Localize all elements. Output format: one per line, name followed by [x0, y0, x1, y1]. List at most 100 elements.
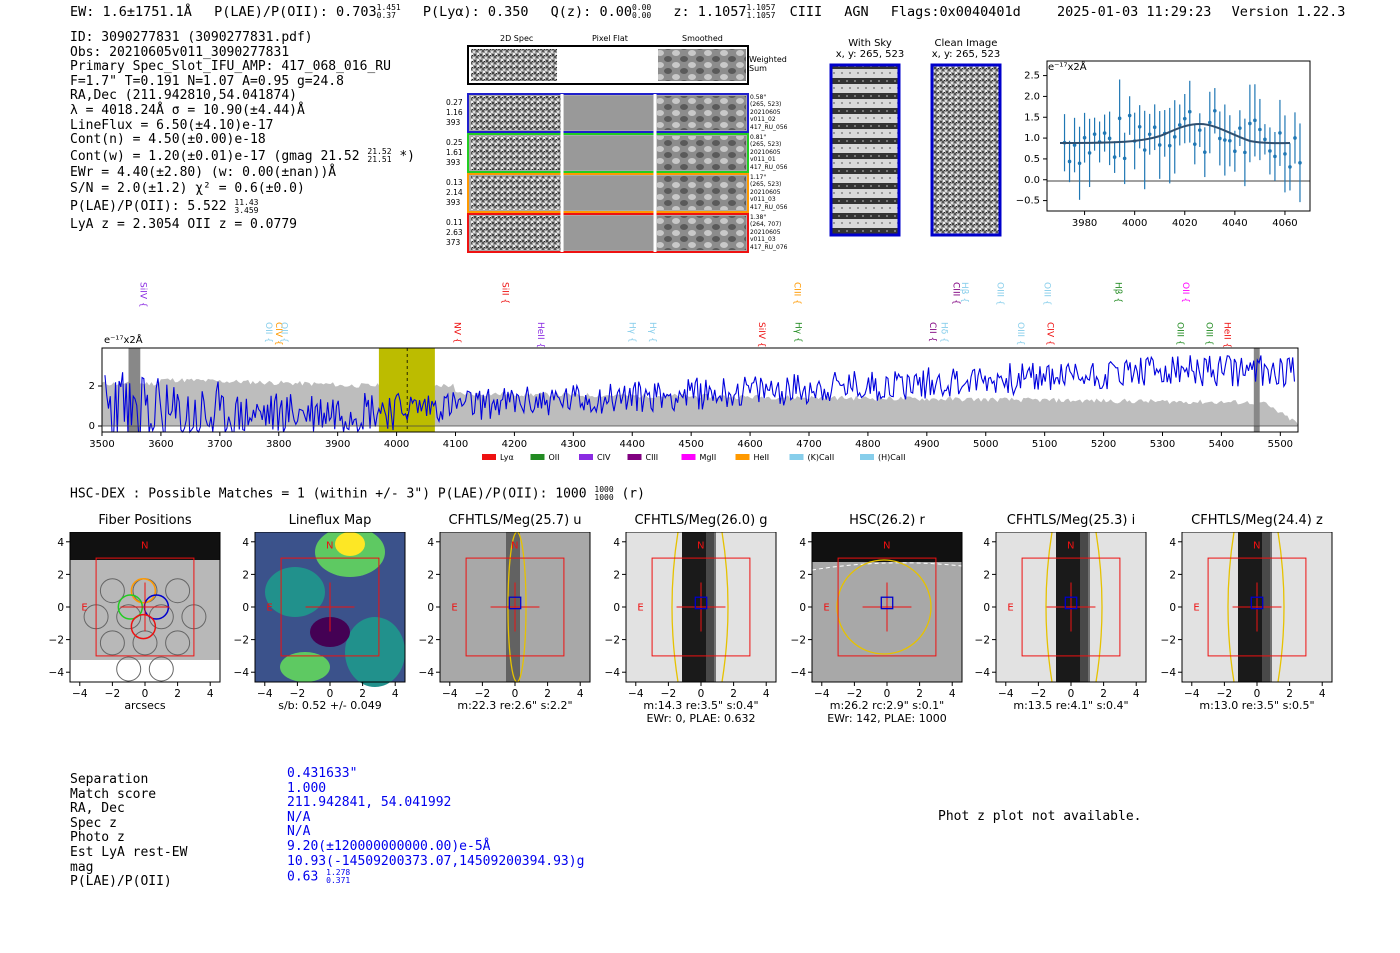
line-label: Hβ { — [1112, 282, 1122, 303]
legend-label: MgII — [700, 453, 717, 462]
row2-right: 0.81" (265, 523) 20210605 v011_01 417_RU_056 — [750, 134, 788, 171]
cutout-row-4 — [467, 213, 749, 253]
spec-xtick-label: 4900 — [914, 439, 939, 450]
fit-point — [1177, 123, 1182, 127]
line-label: Hγ { — [626, 322, 636, 343]
fit-ytick-label: 1.0 — [1024, 133, 1040, 144]
fit-point — [1228, 138, 1232, 143]
row1-right: 0.58" (265, 523) 20210605 v011_02 417_RU_056 — [750, 94, 788, 131]
panel-ytick-label: −4 — [1161, 667, 1177, 679]
match-label-ew: Est LyA rest-EW — [70, 844, 188, 860]
cutout-graphics — [467, 45, 749, 253]
match-labels: Separation Match score RA, Dec Spec z Ph… — [70, 772, 188, 890]
match-label-specz: Spec z — [70, 815, 117, 831]
header-plae: P(LAE)/P(OII): 0.703 — [214, 4, 377, 20]
panel-title: CFHTLS/Meg(25.7) u — [448, 513, 582, 528]
match-value-plae: 0.63 1.278 0.371 — [287, 868, 351, 886]
fit-point — [1197, 128, 1202, 132]
line-label: OIII { — [1204, 322, 1214, 346]
match-value-mag: 10.93(-14509200373.07,14509200394.93)g — [287, 853, 585, 869]
east-label: E — [1007, 602, 1013, 613]
info-lambda: λ = 4018.24Å σ = 10.90(±4.44)Å — [70, 102, 305, 118]
fit-point — [1157, 143, 1162, 147]
cutout-row-3 — [467, 173, 749, 213]
line-label: Hδ { — [939, 322, 949, 343]
panel-image: NE−4 −2 0 2 4420−2−4 — [49, 532, 221, 700]
fit-point — [1298, 160, 1302, 165]
info-ewr: EWr = 4.40(±2.80) (w: 0.00(±nan))Å — [70, 164, 337, 180]
fit-ytick-label: 2.5 — [1024, 71, 1040, 82]
line-label: SiIV { — [137, 282, 147, 308]
info-sn: S/N = 2.0(±1.2) χ² = 0.6(±0.0) — [70, 181, 305, 197]
spec-xtick-label: 4700 — [796, 439, 821, 450]
legend-label: (K)CaII — [808, 453, 835, 462]
fit-point — [1107, 136, 1112, 141]
with-sky-title: With Sky x, y: 265, 523 — [835, 38, 905, 60]
panel-ytick-label: −2 — [605, 635, 620, 647]
fit-point — [1213, 108, 1217, 113]
panel-ytick-label: −2 — [49, 635, 64, 647]
legend-label: (H)CaII — [878, 453, 905, 462]
panel-ytick-label: 2 — [1169, 569, 1176, 581]
full-spectrum-chart: 3500 3600 3700 3800 3900 4000 4100 4200 4300 4400… — [89, 282, 1299, 462]
panel-image: NE−4 −2 0 2 4420−2−4 — [975, 532, 1147, 700]
fit-point — [1263, 137, 1267, 142]
spec-xtick-label: 4500 — [678, 439, 703, 450]
panel-ytick-label: 0 — [983, 602, 990, 614]
sky-images — [829, 63, 1002, 237]
panel-caption: m:13.5 re:4.1" s:0.4" — [1013, 699, 1129, 712]
fit-point — [1102, 131, 1107, 135]
panel-title: CFHTLS/Meg(26.0) g — [634, 513, 768, 528]
fit-point — [1243, 150, 1247, 155]
legend-swatch — [482, 454, 496, 460]
panel-ytick-label: 0 — [57, 602, 64, 614]
fit-point — [1117, 116, 1122, 121]
east-label: E — [451, 602, 457, 613]
panel-ytick-label: 0 — [242, 602, 249, 614]
panel-caption-2: EWr: 0, PLAE: 0.632 — [646, 712, 756, 725]
spec-xtick-label: 4000 — [384, 439, 409, 450]
fit-ytick-label: −0.5 — [1016, 196, 1040, 207]
fit-point — [1203, 150, 1207, 154]
fit-point — [1223, 138, 1227, 142]
line-label: OIII { — [1015, 322, 1025, 346]
panel-ytick-label: −4 — [791, 667, 807, 679]
header-plya: P(Lyα): 0.350 — [422, 4, 529, 20]
match-value-ew: 9.20(±120000000000.00)e-5Å — [287, 838, 491, 854]
cutout-row-2 — [467, 133, 749, 173]
match-value-photoz: N/A — [287, 824, 311, 840]
detection-info: ID: 3090277831 (3090277831.pdf) Obs: 202… — [70, 30, 415, 234]
row3-left: 0.13 2.14 393 — [446, 178, 463, 207]
panel-caption: m:14.3 re:3.5" s:0.4" — [643, 699, 759, 712]
fit-point — [1258, 127, 1262, 132]
spec-xtick-label: 3900 — [325, 439, 350, 450]
legend-label: CIV — [597, 453, 611, 462]
north-label: N — [1253, 540, 1260, 551]
fit-ytick-label: 2.0 — [1024, 91, 1040, 102]
panel-title: HSC(26.2) r — [849, 513, 925, 528]
header-ew: EW: 1.6±1751.1Å — [70, 4, 192, 20]
line-label: OII { — [279, 322, 289, 343]
spec-cutouts: 2D Spec Pixel Flat Smoothed Weighted Sum… — [440, 32, 790, 257]
panel-ytick-label: 0 — [613, 602, 620, 614]
fit-point — [1172, 135, 1177, 139]
spec-xtick-label: 4400 — [620, 439, 645, 450]
fit-point — [1112, 155, 1117, 159]
panel-ytick-label: −4 — [419, 667, 435, 679]
panel-caption: m:22.3 re:2.6" s:2.2" — [457, 699, 573, 712]
info-fiber: F=1.7" T=0.191 N=1.07 A=0.95 g=24.8 — [70, 73, 344, 89]
cutout-row-1 — [467, 93, 749, 133]
legend-swatch — [530, 454, 545, 460]
match-value-score: 1.000 — [287, 780, 327, 796]
panel-image: NE−4 −2 0 2 4420−2−4 — [419, 532, 591, 700]
panel-image: NE−4 −2 0 2 4420−2−4 — [791, 532, 963, 700]
fit-point — [1268, 149, 1272, 153]
header-bar: EW: 1.6±1751.1Å P(LAE)/P(OII): 0.703 1.45… — [70, 3, 1021, 21]
panel-image: NE−4 −2 0 2 4420−2−4 — [605, 532, 777, 700]
panel-ytick-label: 4 — [57, 537, 64, 549]
spec-xtick-label: 4300 — [561, 439, 586, 450]
panel-ytick-label: −4 — [605, 667, 621, 679]
panel-ytick-label: 4 — [427, 537, 434, 549]
panel-ytick-label: −2 — [1161, 635, 1176, 647]
line-label: OII { — [263, 322, 273, 343]
